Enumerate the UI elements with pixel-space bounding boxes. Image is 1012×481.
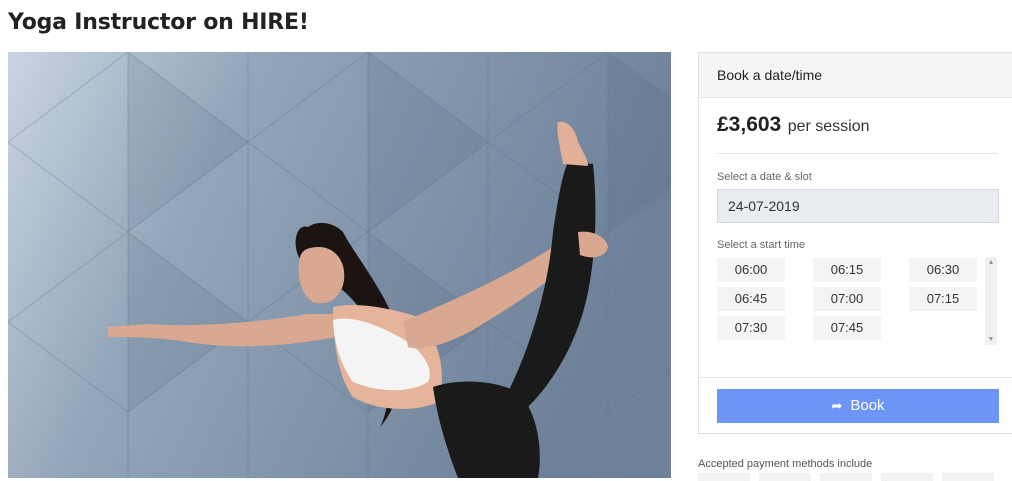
book-label: Book <box>850 397 885 414</box>
booking-panel: Book a date/time £3,603 per session Sele… <box>698 52 1012 434</box>
payment-method-badge <box>942 473 994 481</box>
hero-image <box>8 52 671 478</box>
time-slot-0715[interactable]: 07:15 <box>909 287 977 311</box>
slots-scrollbar[interactable]: ▲ ▼ <box>985 257 997 345</box>
price-unit: per session <box>787 118 870 135</box>
page-title: Yoga Instructor on HIRE! <box>8 10 309 35</box>
time-slot-0630[interactable]: 06:30 <box>909 258 977 282</box>
time-slot-0615[interactable]: 06:15 <box>813 258 881 282</box>
payment-methods-label: Accepted payment methods include <box>698 458 873 470</box>
price-row: £3,603 per session <box>717 113 870 137</box>
price-value: £3,603 <box>717 113 782 136</box>
date-label: Select a date & slot <box>717 171 812 183</box>
price-divider <box>717 153 998 154</box>
time-slot-0730[interactable]: 07:30 <box>717 316 785 340</box>
payment-method-badge <box>820 473 872 481</box>
time-slot-0700[interactable]: 07:00 <box>813 287 881 311</box>
payment-method-badge <box>698 473 750 481</box>
yoga-photo <box>8 52 671 478</box>
time-slot-0745[interactable]: 07:45 <box>813 316 881 340</box>
footer-divider <box>699 377 1012 378</box>
time-slot-0645[interactable]: 06:45 <box>717 287 785 311</box>
share-arrow-icon: ➦ <box>831 398 843 413</box>
time-slot-0600[interactable]: 06:00 <box>717 258 785 282</box>
scroll-down-icon[interactable]: ▼ <box>985 336 997 343</box>
date-input[interactable]: 24-07-2019 <box>717 189 999 223</box>
payment-method-badge <box>881 473 933 481</box>
booking-header: Book a date/time <box>699 53 1012 98</box>
book-button[interactable]: ➦ Book <box>717 389 999 423</box>
time-label: Select a start time <box>717 239 806 251</box>
scroll-up-icon[interactable]: ▲ <box>985 259 997 266</box>
payment-method-badge <box>759 473 811 481</box>
